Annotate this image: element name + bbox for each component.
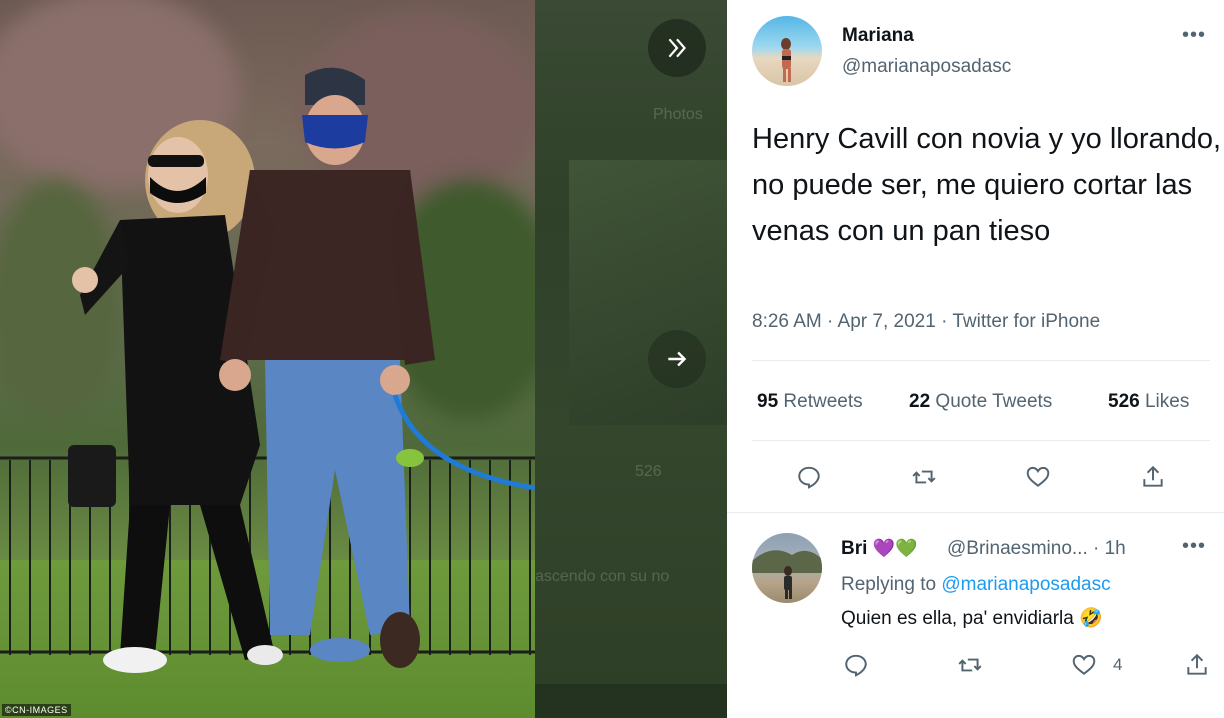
arrow-right-icon (668, 351, 687, 367)
retweet-icon (958, 658, 982, 672)
share-button[interactable] (1138, 462, 1168, 492)
avatar-figure (752, 550, 822, 599)
replying-to-handle-link[interactable]: @marianaposadasc (941, 574, 1110, 595)
reply-reply-button[interactable] (841, 650, 871, 680)
retweet-button[interactable] (909, 462, 939, 492)
tweet-text: Henry Cavill con novia y yo llorando, no… (752, 123, 1222, 247)
more-options-icon[interactable]: ••• (1182, 24, 1206, 47)
retweet-icon (912, 470, 936, 484)
expand-button[interactable] (648, 19, 706, 77)
reply-like-button[interactable] (1069, 650, 1099, 680)
photo-man (219, 67, 435, 668)
divider (752, 360, 1210, 361)
reply-author-name-text: Bri (841, 538, 868, 559)
share-icon (1143, 465, 1163, 487)
reply-share-button[interactable] (1182, 650, 1212, 680)
replying-to-line: Replying to @marianaposadasc (841, 574, 1111, 596)
dimmed-caption: ascendo con su no (535, 568, 670, 585)
dimmed-image (569, 160, 727, 425)
reply-like-count: 4 (1113, 655, 1123, 674)
author-handle[interactable]: @marianaposadasc (842, 56, 1011, 78)
quote-tweets-label: Quote Tweets (935, 391, 1053, 412)
likes-stat[interactable]: 526 Likes (1108, 391, 1189, 413)
author-avatar[interactable] (752, 16, 822, 86)
share-icon (1187, 653, 1207, 675)
retweets-stat[interactable]: 95 Retweets (757, 391, 863, 413)
reply-more-options-icon[interactable]: ••• (1182, 535, 1206, 558)
likes-label: Likes (1144, 391, 1190, 412)
reply-author-avatar[interactable] (752, 533, 822, 603)
divider (752, 440, 1210, 441)
replying-to-prefix: Replying to (841, 574, 937, 595)
news-photo: ©CN-IMAGES (0, 0, 535, 718)
green-heart-emoji: 💚 (895, 538, 918, 558)
reply-retweet-button[interactable] (955, 650, 985, 680)
like-button[interactable] (1023, 462, 1053, 492)
photo-leash (392, 394, 535, 491)
heart-icon (1026, 466, 1050, 487)
dimmed-label: Photos (653, 106, 703, 123)
reply-icon (798, 466, 820, 489)
double-chevron-right-icon (668, 38, 687, 58)
reply-author-name[interactable]: Bri 💜💚 (841, 538, 918, 560)
avatar-figure (781, 38, 791, 82)
retweets-count: 95 (757, 391, 779, 412)
background-dimmed-panel: Photos ascendo con su no 526 (535, 0, 727, 718)
reply-icon (845, 654, 867, 677)
author-name[interactable]: Mariana (842, 25, 914, 47)
purple-heart-emoji: 💜 (872, 538, 896, 558)
tweet-panel: Mariana @marianaposadasc ••• Henry Cavil… (727, 0, 1224, 718)
likes-count: 526 (1108, 391, 1140, 412)
dimmed-bottom-bar (535, 684, 727, 718)
reply-button[interactable] (794, 462, 824, 492)
quote-tweets-stat[interactable]: 22 Quote Tweets (909, 391, 1052, 413)
next-image-button[interactable] (648, 330, 706, 388)
tweet-timestamp[interactable]: 8:26 AM · Apr 7, 2021 · Twitter for iPho… (752, 311, 1100, 333)
reply-author-handle[interactable]: @Brinaesmino... · 1h (947, 538, 1126, 560)
rofl-emoji: 🤣 (1079, 608, 1103, 629)
divider (727, 512, 1224, 513)
heart-icon (1072, 654, 1096, 675)
reply-text: Quien es ella, pa' envidiarla 🤣 (841, 606, 1103, 630)
photo-credit: ©CN-IMAGES (2, 704, 71, 716)
retweets-label: Retweets (783, 391, 863, 412)
reply-text-body: Quien es ella, pa' envidiarla (841, 608, 1074, 629)
quote-tweets-count: 22 (909, 391, 931, 412)
dimmed-count: 526 (635, 463, 662, 480)
